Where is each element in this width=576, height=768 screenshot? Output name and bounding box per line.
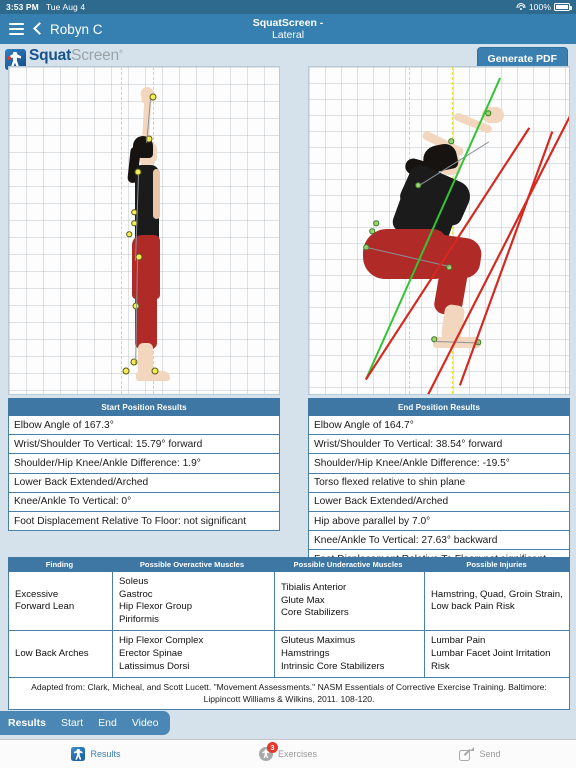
start-result-row: Lower Back Extended/Arched — [8, 473, 280, 493]
tab-results-label: Results — [90, 749, 121, 759]
wifi-icon — [516, 3, 526, 11]
overactive-muscles: Hip Flexor Complex Erector Spinae Latiss… — [112, 631, 274, 678]
nav-left-group: Robyn C — [0, 22, 103, 37]
findings-col-header: Possible Injuries — [466, 560, 527, 569]
underactive-muscles: Tibialis Anterior Glute Max Core Stabili… — [274, 572, 424, 631]
view-segmented-control-wrapper: Results Start End Video — [0, 711, 576, 739]
end-result-row: Shoulder/Hip Knee/Ankle Difference: -19.… — [308, 454, 570, 474]
start-result-row: Knee/Ankle To Vertical: 0° — [8, 492, 280, 512]
back-button-label[interactable]: Robyn C — [50, 22, 103, 37]
tab-send-label: Send — [479, 749, 501, 759]
joint-marker-ankle — [130, 358, 138, 366]
joint-marker-heel — [122, 367, 130, 375]
end-result-row: Wrist/Shoulder To Vertical: 38.54° forwa… — [308, 435, 570, 455]
findings-col-header: Possible Underactive Muscles — [293, 560, 403, 569]
end-result-row: Elbow Angle of 164.7° — [308, 416, 570, 436]
app-screen: 3:53 PM Tue Aug 4 100% Robyn C SquatScre… — [0, 0, 576, 768]
joint-marker-toe — [151, 367, 159, 375]
logo-text-secondary: Screen — [71, 47, 119, 64]
end-result-row: Torso flexed relative to shin plane — [308, 473, 570, 493]
findings-col-header: Finding — [45, 560, 74, 569]
person-circle-icon: 3 — [258, 742, 278, 761]
overactive-muscles: Soleus Gastroc Hip Flexor Group Piriform… — [112, 572, 274, 631]
bottom-tab-bar: Results 3 Exercises Send — [0, 739, 576, 768]
squatscreen-logo-icon — [71, 747, 86, 761]
start-position-image-panel[interactable] — [8, 66, 280, 395]
end-position-image-panel[interactable] — [308, 66, 570, 395]
start-results-header: Start Position Results — [8, 398, 280, 416]
status-bar: 3:53 PM Tue Aug 4 100% — [0, 0, 576, 14]
chevron-left-icon[interactable] — [33, 23, 41, 36]
battery-icon — [554, 3, 572, 11]
possible-injuries: Hamstring, Quad, Groin Strain, Low back … — [424, 572, 569, 631]
tab-exercises[interactable]: 3 Exercises — [192, 742, 384, 761]
findings-header-row: Finding Possible Overactive Muscles Poss… — [8, 557, 570, 572]
hamburger-menu-icon[interactable] — [9, 23, 24, 35]
squat-figure-illustration — [357, 95, 532, 375]
logo-registered-mark: ® — [118, 49, 123, 56]
standing-figure-illustration — [117, 86, 175, 382]
start-result-row: Wrist/Shoulder To Vertical: 15.79° forwa… — [8, 435, 280, 455]
segment-video[interactable]: Video — [132, 717, 159, 729]
status-date: Tue Aug 4 — [45, 2, 86, 12]
assessment-image-panels — [0, 66, 576, 396]
end-result-row: Hip above parallel by 7.0° — [308, 511, 570, 532]
findings-col-header: Possible Overactive Muscles — [139, 560, 245, 569]
joint-marker-elbow — [448, 138, 454, 144]
joint-marker-spine-lower — [126, 231, 132, 237]
joint-marker-spine-upper — [373, 220, 379, 226]
view-segmented-control[interactable]: Results Start End Video — [0, 711, 171, 735]
finding-name: Low Back Arches — [15, 647, 89, 659]
battery-percent-label: 100% — [528, 2, 551, 12]
tab-exercises-label: Exercises — [277, 749, 317, 759]
tab-results[interactable]: Results — [0, 747, 192, 761]
findings-row: Excessive Forward Lean Soleus Gastroc Hi… — [8, 572, 570, 632]
start-result-row: Elbow Angle of 167.3° — [8, 416, 280, 436]
status-right-cluster: 100% — [516, 2, 572, 12]
tab-send[interactable]: Send — [384, 747, 576, 761]
segment-results[interactable]: Results — [8, 717, 46, 729]
end-results-header: End Position Results — [308, 398, 570, 416]
segment-end[interactable]: End — [98, 717, 117, 729]
status-time: 3:53 PM — [6, 2, 39, 12]
start-position-results-table: Start Position Results Elbow Angle of 16… — [8, 398, 280, 532]
findings-table: Finding Possible Overactive Muscles Poss… — [8, 557, 570, 711]
finding-name: Excessive Forward Lean — [15, 588, 75, 613]
joint-marker-spine-mid — [369, 228, 375, 234]
end-position-results-table: End Position Results Elbow Angle of 164.… — [308, 398, 570, 570]
exercises-badge-count: 3 — [266, 742, 278, 753]
findings-row: Low Back Arches Hip Flexor Complex Erect… — [8, 631, 570, 679]
findings-citation: Adapted from: Clark, Micheal, and Scott … — [8, 678, 570, 711]
end-result-row: Knee/Ankle To Vertical: 27.63° backward — [308, 531, 570, 551]
possible-injuries: Lumbar Pain Lumbar Facet Joint Irritatio… — [424, 631, 569, 678]
underactive-muscles: Gluteus Maximus Hamstrings Intrinsic Cor… — [274, 631, 424, 678]
share-export-icon — [459, 747, 475, 761]
start-result-row: Foot Displacement Relative To Floor: not… — [8, 511, 280, 532]
logo-text-primary: Squat — [29, 47, 72, 64]
start-result-row: Shoulder/Hip Knee/Ankle Difference: 1.9° — [8, 454, 280, 474]
segment-start[interactable]: Start — [61, 717, 83, 729]
end-result-row: Lower Back Extended/Arched — [308, 492, 570, 512]
navigation-bar: Robyn C SquatScreen - Lateral — [0, 14, 576, 44]
